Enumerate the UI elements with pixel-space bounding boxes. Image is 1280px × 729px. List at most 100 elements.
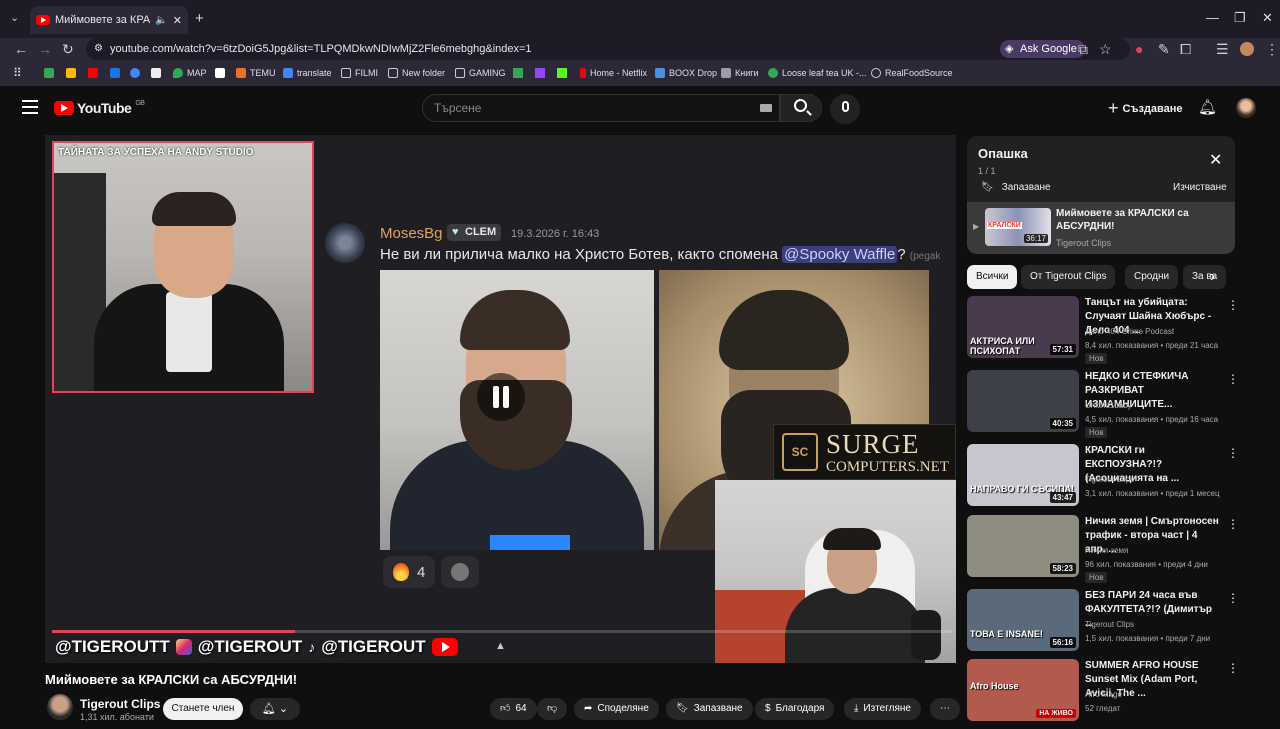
queue-item[interactable]: ▶ КРАЛСКИ 36:17 Миймовете за КРАЛСКИ са …: [967, 202, 1235, 254]
search-icon-handle: [806, 110, 812, 116]
extension-icon[interactable]: ✎: [1158, 41, 1170, 58]
bookmark-icon-6[interactable]: [151, 68, 161, 78]
progress-bar-played[interactable]: [52, 630, 295, 633]
url-field[interactable]: ⚙ youtube.com/watch?v=6tzDoiG5Jpg&list=T…: [86, 38, 1130, 60]
bookmark-realfood[interactable]: RealFoodSource: [871, 68, 953, 78]
more-vert-icon[interactable]: ⋮: [1227, 661, 1239, 675]
share-button[interactable]: ➦ Споделяне: [574, 698, 659, 720]
channel-name[interactable]: Tigerout Clips: [80, 697, 160, 711]
bookmark-icon-1[interactable]: [44, 68, 54, 78]
bookmark-icon-twitch[interactable]: [535, 68, 545, 78]
minimize-icon[interactable]: —: [1206, 10, 1219, 25]
recommendation-item[interactable]: Afro House НА ЖИВО SUMMER AFRO HOUSE Sunse…: [967, 659, 1239, 729]
subscribe-bell-button[interactable]: 🔔︎ ⌄: [250, 698, 300, 720]
reading-list-icon[interactable]: ☰: [1216, 41, 1229, 58]
browser-menu-icon[interactable]: ⋮: [1265, 41, 1279, 58]
chip-for-you[interactable]: За ва: [1183, 265, 1227, 289]
bookmark-temu[interactable]: [215, 68, 225, 78]
bookmark-icon-3[interactable]: [88, 68, 98, 78]
browser-tab[interactable]: Миймовете за КРАЛСКИ с 🔈 ✕: [30, 6, 188, 34]
live-badge: НА ЖИВО: [1036, 709, 1076, 718]
site-info-icon[interactable]: ⚙: [94, 38, 103, 60]
recommendation-channel: Ничия земя: [1085, 546, 1129, 555]
reload-icon[interactable]: ↻: [62, 41, 74, 58]
bookmark-star-icon[interactable]: ☆: [1099, 41, 1112, 58]
more-vert-icon[interactable]: ⋮: [1227, 372, 1239, 386]
bookmark-icon-5[interactable]: [130, 68, 140, 78]
queue-clear-button[interactable]: Изчистване: [1173, 182, 1227, 193]
progress-bar-track[interactable]: [295, 630, 952, 633]
search-input[interactable]: Търсене: [422, 94, 780, 122]
restore-icon[interactable]: ❐: [1234, 10, 1246, 26]
bookmark-map[interactable]: MAP: [173, 68, 207, 78]
recommendation-channel: Tigerout Clips: [1085, 475, 1135, 484]
recommendation-item[interactable]: АКТРИСА ИЛИ ПСИХОПАТ 57:31 Танцът на убийц…: [967, 296, 1239, 366]
tab-audio-icon[interactable]: 🔈: [155, 15, 167, 26]
bookmark-netflix[interactable]: Home - Netflix: [580, 68, 647, 78]
more-vert-icon[interactable]: ⋮: [1227, 517, 1239, 531]
recommendation-item[interactable]: ТОВА Е INSANE! 56:16 БЕЗ ПАРИ 24 часа във …: [967, 589, 1239, 659]
extension-red-icon[interactable]: ●: [1135, 41, 1143, 57]
more-vert-icon[interactable]: ⋮: [1227, 446, 1239, 460]
chip-related[interactable]: Сродни: [1125, 265, 1179, 289]
pause-icon[interactable]: [477, 373, 525, 421]
tab-search-icon[interactable]: ⌄: [10, 11, 19, 24]
bookmark-boox[interactable]: BOOX Drop: [655, 68, 717, 78]
bookmark-icon-4[interactable]: [110, 68, 120, 78]
thanks-button[interactable]: $ Благодаря: [755, 698, 835, 720]
tab-close-icon[interactable]: ✕: [173, 14, 182, 27]
apps-icon[interactable]: ⠿: [13, 66, 22, 80]
bookmark-icon-2[interactable]: [66, 68, 76, 78]
chevron-up-icon[interactable]: ▲: [495, 640, 506, 652]
queue-save-button[interactable]: 🔖︎ Запазване: [981, 182, 1051, 193]
extensions-puzzle-icon[interactable]: ⧠: [1180, 41, 1191, 58]
queue-item-title: Миймовете за КРАЛСКИ са АБСУРДНИ!: [1056, 208, 1189, 232]
bookmark-knigi[interactable]: Книги: [721, 68, 759, 78]
chevron-right-icon[interactable]: ›: [1210, 268, 1215, 286]
recommendation-item[interactable]: НАПРАВО ГИ СЪСИПА! 43:47 КРАЛСКИ ги ЕКСПОУ…: [967, 444, 1239, 514]
channel-subscribers: 1,31 хил. абонати: [80, 712, 154, 722]
more-actions-button[interactable]: ⋯: [930, 698, 960, 720]
account-avatar[interactable]: [1236, 98, 1256, 118]
more-vert-icon[interactable]: ⋮: [1227, 591, 1239, 605]
video-player[interactable]: ТАЙНАТА ЗА УСПЕХА НА ANDY STUDIO MosesBg…: [45, 135, 956, 663]
browser-tabstrip: ⌄ Миймовете за КРАЛСКИ с 🔈 ✕ + — ❐ ✕: [0, 0, 1280, 38]
search-button[interactable]: [780, 94, 822, 122]
like-button[interactable]: 👍︎ 64: [490, 698, 537, 720]
bookmark-temu-2[interactable]: TEMU: [236, 68, 276, 78]
bookmark-tea[interactable]: Loose leaf tea UK -...: [768, 68, 867, 78]
save-button[interactable]: 🔖︎ Запазване: [666, 698, 753, 720]
bookmark-gaming[interactable]: GAMING: [455, 68, 506, 78]
voice-search-button[interactable]: [830, 94, 860, 124]
download-button[interactable]: ⤓ Изтегляне: [844, 698, 921, 720]
forward-icon[interactable]: →: [38, 41, 52, 57]
thumb-overlay: КРАЛСКИ: [987, 222, 1022, 229]
recommendation-item[interactable]: 58:23 Ничия земя | Смъртоносен трафик - в…: [967, 515, 1239, 585]
more-vert-icon[interactable]: ⋮: [1227, 298, 1239, 312]
back-icon[interactable]: ←: [14, 41, 28, 57]
close-window-icon[interactable]: ✕: [1262, 10, 1273, 26]
dislike-button[interactable]: 👎︎: [537, 698, 568, 720]
ask-google-button[interactable]: ◈ Ask Google: [1000, 40, 1085, 58]
chip-from-channel[interactable]: От Tigerout Clips: [1021, 265, 1116, 289]
new-tab-button[interactable]: +: [195, 10, 204, 27]
profile-avatar[interactable]: [1240, 42, 1254, 56]
chip-all[interactable]: Всички: [967, 265, 1018, 289]
join-button[interactable]: Станете член: [163, 698, 243, 720]
duration-badge: 56:16: [1049, 637, 1076, 648]
menu-icon[interactable]: [22, 100, 38, 114]
close-icon[interactable]: ✕: [1209, 150, 1222, 170]
bookmark-icon-kick[interactable]: [557, 68, 567, 78]
bookmark-translate[interactable]: translate: [283, 68, 332, 78]
bookmark-filmi[interactable]: FILMI: [341, 68, 378, 78]
bookmark-new-folder[interactable]: New folder: [388, 68, 445, 78]
youtube-logo[interactable]: YouTube GB: [54, 100, 145, 116]
recommendation-thumbnail: АКТРИСА ИЛИ ПСИХОПАТ 57:31: [967, 296, 1079, 358]
notifications-button[interactable]: 🔔︎: [1198, 98, 1217, 117]
channel-avatar[interactable]: [47, 694, 73, 720]
install-icon[interactable]: ⧉: [1078, 41, 1088, 58]
recommendation-item[interactable]: 40:35 НЕДКО И СТЕФКИЧА РАЗКРИВАТ ИЗМАМНИЦ…: [967, 370, 1239, 440]
create-button[interactable]: + Създаване: [1108, 98, 1183, 119]
keyboard-icon[interactable]: [760, 104, 772, 112]
bookmark-icon-chart[interactable]: [513, 68, 523, 78]
